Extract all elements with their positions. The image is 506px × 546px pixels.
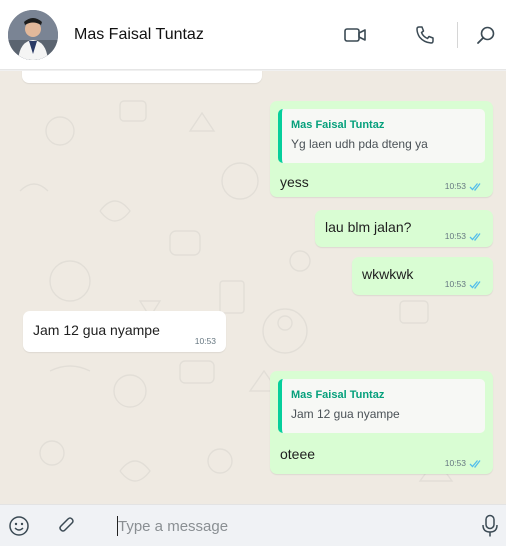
- message-bubble-outgoing[interactable]: Mas Faisal Tuntaz Yg laen udh pda dteng …: [270, 101, 493, 197]
- message-bubble-outgoing[interactable]: wkwkwk 10:53: [352, 257, 493, 295]
- avatar-photo: [8, 9, 58, 60]
- quoted-text: Jam 12 gua nyampe: [291, 407, 400, 421]
- message-meta: 10:53: [195, 336, 216, 346]
- chat-header: Mas Faisal Tuntaz: [0, 0, 506, 70]
- attach-button[interactable]: [55, 514, 79, 538]
- search-icon: [477, 26, 495, 44]
- header-actions: [337, 0, 506, 70]
- contact-name[interactable]: Mas Faisal Tuntaz: [74, 26, 204, 44]
- chat-panel[interactable]: Mas Faisal Tuntaz Yg laen udh pda dteng …: [0, 71, 506, 504]
- message-bubble-outgoing[interactable]: lau blm jalan? 10:53: [315, 210, 493, 247]
- message-time: 10:53: [444, 181, 466, 191]
- quoted-author: Mas Faisal Tuntaz: [291, 389, 385, 401]
- message-meta: 10:53: [445, 458, 483, 468]
- quoted-author: Mas Faisal Tuntaz: [291, 119, 385, 131]
- video-call-button[interactable]: [337, 17, 373, 53]
- emoji-icon: [9, 516, 29, 536]
- message-bubble-partial: [22, 71, 262, 83]
- attach-icon: [59, 517, 74, 532]
- search-button[interactable]: [468, 17, 504, 53]
- message-time: 10:53: [444, 231, 466, 241]
- message-text: wkwkwk: [362, 266, 414, 282]
- message-text: oteee: [280, 446, 316, 462]
- message-input-wrapper: [110, 511, 460, 541]
- message-bubble-outgoing[interactable]: Mas Faisal Tuntaz Jam 12 gua nyampe otee…: [270, 371, 493, 474]
- microphone-icon: [482, 514, 498, 537]
- voice-message-button[interactable]: [478, 514, 502, 538]
- message-time: 10:53: [194, 336, 216, 346]
- message-text: Jam 12 gua nyampe: [33, 322, 160, 338]
- read-ticks-icon: [469, 280, 481, 289]
- read-ticks-icon: [469, 182, 481, 191]
- quoted-text: Yg laen udh pda dteng ya: [291, 137, 428, 151]
- header-divider: [457, 22, 458, 48]
- quoted-message[interactable]: Mas Faisal Tuntaz Yg laen udh pda dteng …: [278, 109, 485, 163]
- read-ticks-icon: [469, 459, 481, 468]
- message-text: lau blm jalan?: [325, 219, 412, 235]
- message-time: 10:53: [444, 279, 466, 289]
- message-composer: [0, 504, 506, 546]
- video-call-icon: [344, 28, 366, 42]
- emoji-button[interactable]: [7, 514, 31, 538]
- message-input[interactable]: [110, 517, 460, 535]
- message-time: 10:53: [444, 458, 466, 468]
- quoted-message[interactable]: Mas Faisal Tuntaz Jam 12 gua nyampe: [278, 379, 485, 433]
- message-text: yess: [280, 174, 309, 190]
- voice-call-icon: [416, 26, 434, 44]
- message-meta: 10:53: [445, 231, 483, 241]
- text-caret: [117, 516, 118, 536]
- message-meta: 10:53: [445, 181, 483, 191]
- avatar[interactable]: [8, 9, 58, 60]
- read-ticks-icon: [469, 232, 481, 241]
- voice-call-button[interactable]: [407, 17, 443, 53]
- message-meta: 10:53: [445, 279, 483, 289]
- message-bubble-incoming[interactable]: Jam 12 gua nyampe 10:53: [23, 311, 226, 352]
